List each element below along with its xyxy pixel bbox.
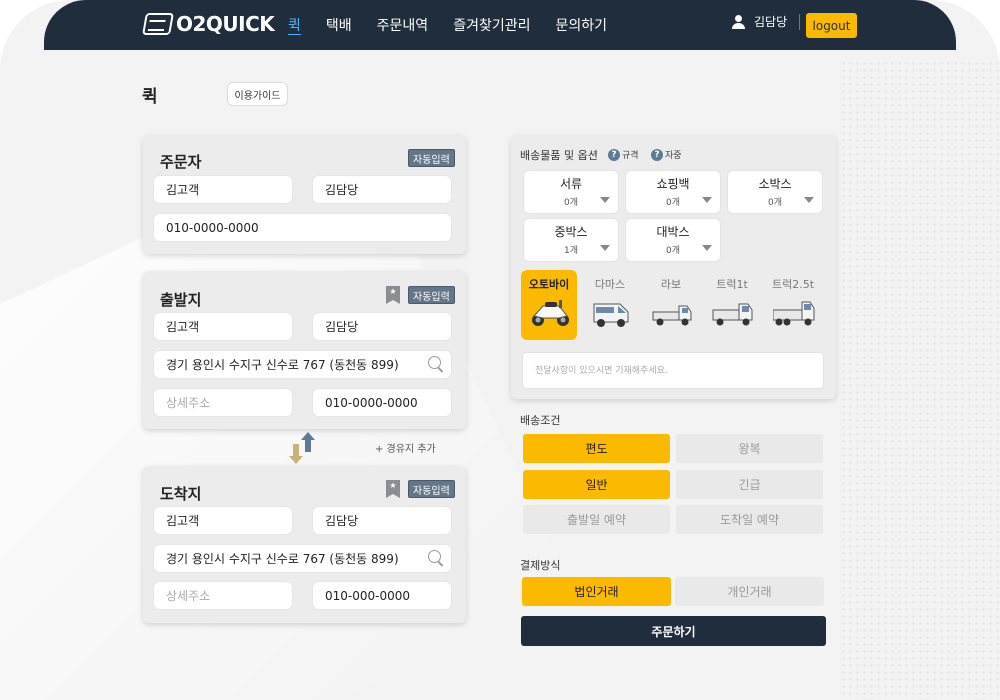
page-title: 퀵 [142, 87, 158, 107]
arrival-search-icon[interactable] [427, 549, 445, 567]
help-icon: ? [608, 148, 620, 161]
logo-icon [142, 13, 174, 35]
user-name: 김담당 [754, 15, 788, 29]
departure-card: 출발지 ★ 자동입력 김고객 김담당 경기 용인시 수지구 신수로 767 (동… [143, 271, 466, 429]
orderer-title: 주문자 [160, 153, 202, 171]
arrival-address-field[interactable]: 경기 용인시 수지구 신수로 767 (동천동 899) [154, 545, 451, 572]
chevron-down-icon [600, 245, 610, 251]
divider [799, 13, 801, 30]
options-title: 배송물품 및 옵션 [520, 149, 598, 162]
help-icon: ? [651, 148, 663, 161]
departure-phone-field[interactable]: 010-0000-0000 [313, 389, 451, 416]
arrival-address-text: 경기 용인시 수지구 신수로 767 (동천동 899) [166, 552, 399, 566]
user-settings-icon [732, 14, 750, 29]
arrival-autofill-button[interactable]: 자동입력 [408, 480, 455, 498]
logo-text: O2QUICK [176, 12, 275, 36]
item-select-small-box[interactable]: 소박스 0개 [728, 171, 822, 213]
item-select-large-box[interactable]: 대박스 0개 [626, 219, 720, 261]
memo-input[interactable]: 전달사항이 있으시면 기재해주세요. [522, 352, 824, 389]
help-weight[interactable]: ? 자중 [651, 148, 682, 161]
delivery-conditions-title: 배송조건 [520, 414, 561, 427]
departure-detail-field[interactable]: 상세주소 [154, 389, 292, 416]
add-waypoint-link[interactable]: + 경유지 추가 [375, 440, 436, 455]
vehicle-truck-1t[interactable]: 트럭1t [704, 270, 760, 340]
condition-departure-reservation-button[interactable]: 출발일 예약 [523, 505, 670, 534]
payment-corporate-button[interactable]: 법인거래 [522, 577, 671, 606]
departure-title: 출발지 [160, 291, 202, 309]
logo[interactable]: O2QUICK [142, 12, 275, 36]
departure-address-field[interactable]: 경기 용인시 수지구 신수로 767 (동천동 899) [154, 351, 451, 378]
motorcycle-icon [532, 300, 569, 326]
vehicle-truck-2-5t[interactable]: 트럭2.5t [765, 270, 821, 340]
logout-button[interactable]: logout [806, 13, 857, 38]
payment-personal-button[interactable]: 개인거래 [675, 577, 824, 606]
orderer-autofill-button[interactable]: 자동입력 [408, 149, 455, 167]
arrival-manager-field[interactable]: 김담당 [313, 507, 451, 534]
vehicle-motorcycle[interactable]: 오토바이 [521, 270, 577, 340]
condition-round-trip-button[interactable]: 왕복 [676, 434, 823, 463]
arrival-bookmark-icon[interactable]: ★ [386, 480, 400, 498]
arrival-card: 도착지 ★ 자동입력 김고객 김담당 경기 용인시 수지구 신수로 767 (동… [143, 466, 466, 623]
options-card: 배송물품 및 옵션 ? 규격 ? 자중 서류 0개 쇼핑백 0개 소박스 0개 중박… [511, 135, 836, 399]
mini-truck-icon [652, 305, 692, 326]
nav-item-favorites[interactable]: 즐겨찾기관리 [453, 15, 530, 35]
help-spec[interactable]: ? 규격 [608, 148, 639, 161]
departure-autofill-button[interactable]: 자동입력 [408, 286, 455, 304]
departure-search-icon[interactable] [427, 355, 445, 373]
main-nav: 퀵 택배 주문내역 즐겨찾기관리 문의하기 [288, 0, 632, 50]
condition-normal-button[interactable]: 일반 [523, 470, 670, 499]
departure-customer-field[interactable]: 김고객 [154, 313, 292, 340]
chevron-down-icon [600, 197, 610, 203]
place-order-button[interactable]: 주문하기 [521, 616, 826, 646]
condition-arrival-reservation-button[interactable]: 도착일 예약 [676, 505, 823, 534]
condition-urgent-button[interactable]: 긴급 [676, 470, 823, 499]
item-select-medium-box[interactable]: 중박스 1개 [524, 219, 618, 261]
chevron-down-icon [804, 197, 814, 203]
orderer-customer-field[interactable]: 김고객 [154, 176, 292, 203]
arrival-customer-field[interactable]: 김고객 [154, 507, 292, 534]
truck-1t-icon [712, 303, 753, 326]
arrival-detail-field[interactable]: 상세주소 [154, 582, 292, 609]
item-select-shopping-bag[interactable]: 쇼핑백 0개 [626, 171, 720, 213]
vehicle-labo[interactable]: 라보 [643, 270, 699, 340]
van-icon [593, 303, 629, 327]
nav-item-inquiry[interactable]: 문의하기 [555, 15, 607, 35]
nav-item-order-history[interactable]: 주문내역 [377, 15, 429, 35]
usage-guide-button[interactable]: 이용가이드 [227, 82, 288, 106]
orderer-manager-field[interactable]: 김담당 [313, 176, 451, 203]
top-navigation-bar: O2QUICK 퀵 택배 주문내역 즐겨찾기관리 문의하기 김담당 logout [44, 0, 956, 50]
chevron-down-icon [702, 197, 712, 203]
user-info[interactable]: 김담당 [732, 13, 801, 30]
chevron-down-icon [702, 245, 712, 251]
orderer-phone-field[interactable]: 010-0000-0000 [154, 214, 451, 241]
nav-item-quick[interactable]: 퀵 [288, 15, 301, 35]
departure-manager-field[interactable]: 김담당 [313, 313, 451, 340]
swap-direction-icon[interactable] [289, 432, 317, 464]
condition-one-way-button[interactable]: 편도 [523, 434, 670, 463]
nav-item-parcel[interactable]: 택배 [326, 15, 352, 35]
arrival-phone-field[interactable]: 010-000-0000 [313, 582, 451, 609]
payment-method-title: 결제방식 [520, 559, 561, 572]
departure-address-text: 경기 용인시 수지구 신수로 767 (동천동 899) [166, 358, 399, 372]
item-select-documents[interactable]: 서류 0개 [524, 171, 618, 213]
truck-2-5t-icon [773, 301, 815, 326]
arrival-title: 도착지 [160, 485, 202, 503]
departure-bookmark-icon[interactable]: ★ [386, 286, 400, 304]
vehicle-damas[interactable]: 다마스 [582, 270, 638, 340]
orderer-card: 주문자 자동입력 김고객 김담당 010-0000-0000 [143, 135, 466, 254]
